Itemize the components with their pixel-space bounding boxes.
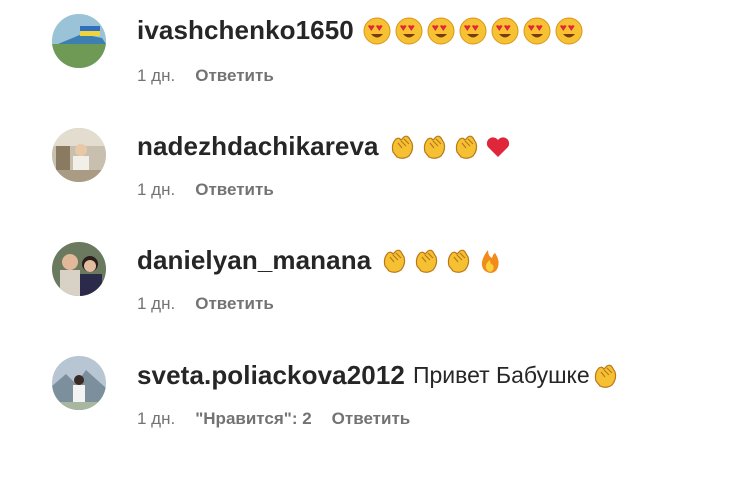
comment-time[interactable]: 1 дн. [137,66,175,86]
reply-button[interactable]: Ответить [195,66,274,86]
emoji-group [379,246,507,276]
clap-icon [379,246,409,276]
avatar[interactable] [52,242,106,296]
comment-username[interactable]: ivashchenko1650 [137,15,354,46]
heart-eyes-icon [522,16,552,46]
comment-line: nadezhdachikareva [137,131,515,162]
clap-icon [411,246,441,276]
comment-time[interactable]: 1 дн. [137,409,175,429]
avatar[interactable] [52,14,106,68]
fire-icon [475,246,505,276]
comment-line: danielyan_manana [137,245,507,276]
clap-icon [590,361,620,391]
comment-meta: 1 дн. Ответить [137,294,274,314]
comment-time[interactable]: 1 дн. [137,294,175,314]
clap-icon [419,132,449,162]
comment-line: ivashchenko1650 [137,15,586,46]
heart-eyes-icon [554,16,584,46]
reply-button[interactable]: Ответить [332,409,411,429]
heart-eyes-icon [490,16,520,46]
reply-button[interactable]: Ответить [195,294,274,314]
comment-username[interactable]: sveta.poliackova2012 [137,360,405,391]
comment-time[interactable]: 1 дн. [137,180,175,200]
comment-meta: 1 дн. Ответить [137,66,274,86]
heart-eyes-icon [362,16,392,46]
avatar[interactable] [52,128,106,182]
clap-icon [443,246,473,276]
heart-eyes-icon [458,16,488,46]
clap-icon [387,132,417,162]
red-heart-icon [483,132,513,162]
comment-username[interactable]: nadezhdachikareva [137,131,379,162]
heart-eyes-icon [426,16,456,46]
emoji-group [387,132,515,162]
likes-count[interactable]: "Нравится": 2 [195,409,311,429]
comment-text: Привет Бабушке [412,362,590,388]
emoji-group [590,361,622,391]
comment-line: sveta.poliackova2012 Привет Бабушке [137,360,622,391]
comment-username[interactable]: danielyan_manana [137,245,371,276]
clap-icon [451,132,481,162]
comment-meta: 1 дн. Ответить [137,180,274,200]
heart-eyes-icon [394,16,424,46]
comment-meta: 1 дн. "Нравится": 2 Ответить [137,409,410,429]
avatar[interactable] [52,356,106,410]
emoji-group [362,16,586,46]
reply-button[interactable]: Ответить [195,180,274,200]
